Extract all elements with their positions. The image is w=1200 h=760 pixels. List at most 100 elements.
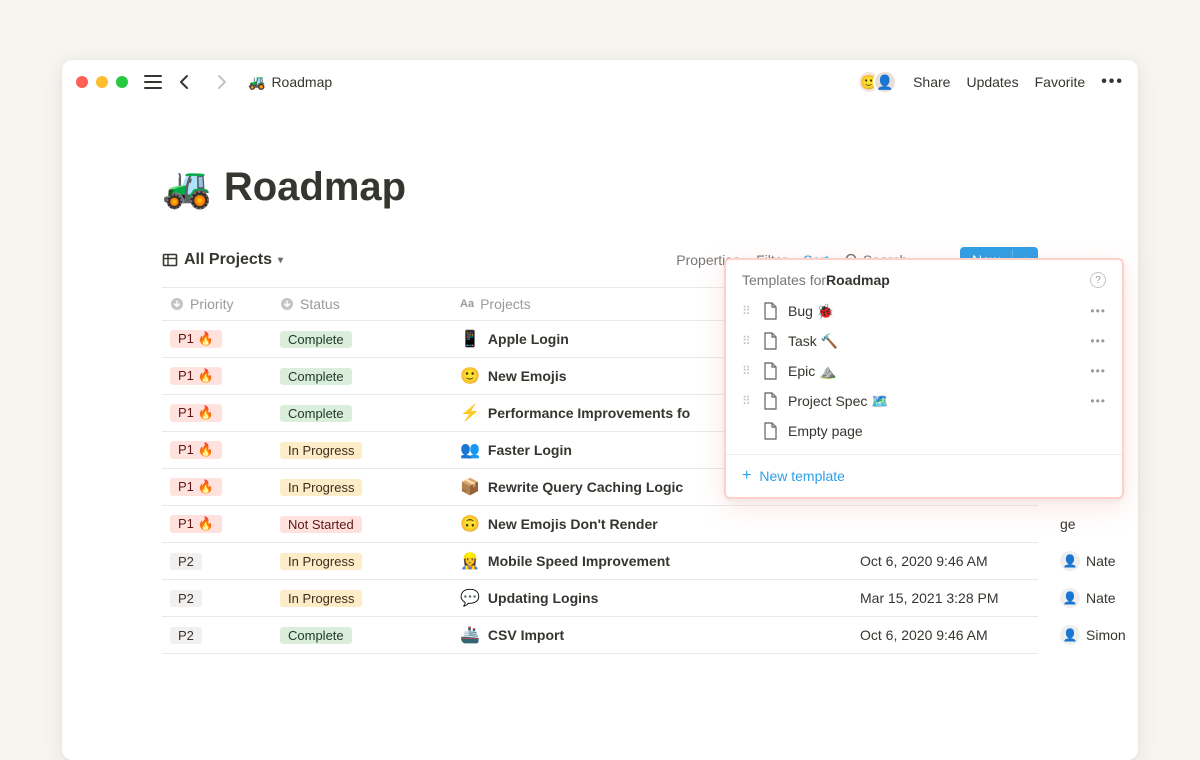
priority-tag: P1 🔥 [170,441,222,459]
project-name: New Emojis Don't Render [488,516,658,532]
new-template-label: New template [759,468,845,484]
owner-cell[interactable]: 👤Simon [1052,617,1192,653]
priority-cell[interactable]: P1 🔥 [162,432,272,468]
project-cell[interactable]: 🚢 CSV Import [452,617,852,653]
popover-title-prefix: Templates for [742,272,826,288]
updates-button[interactable]: Updates [966,74,1018,90]
priority-tag: P1 🔥 [170,330,222,348]
project-cell[interactable]: 👷‍♀️ Mobile Speed Improvement [452,543,852,579]
priority-tag: P1 🔥 [170,478,222,496]
status-cell[interactable]: Complete [272,321,452,357]
status-tag: In Progress [280,553,362,570]
presence-avatars[interactable]: 🙂 👤 [857,70,897,94]
template-more-button[interactable]: ••• [1090,304,1106,318]
project-name: Updating Logins [488,590,598,606]
owner-cell[interactable]: 👤Nate [1052,543,1192,579]
status-cell[interactable]: Not Started [272,506,452,542]
project-emoji-icon: 💬 [460,588,480,608]
project-name: Performance Improvements fo [488,405,690,421]
priority-cell[interactable]: P1 🔥 [162,469,272,505]
table-row[interactable]: P2Complete🚢CSV ImportOct 6, 2020 9:46 AM… [162,617,1038,654]
nav-back-button[interactable] [172,71,198,93]
priority-cell[interactable]: P2 [162,617,272,653]
drag-handle-icon[interactable]: ⠿ [742,304,752,318]
table-row[interactable]: P2 In Progress 👷‍♀️ Mobile Speed Improvemen… [162,543,1038,580]
page-title-text[interactable]: Roadmap [224,165,406,210]
status-tag: In Progress [280,442,362,459]
page-icon[interactable]: 🚜 [162,164,212,211]
page-icon [762,332,778,350]
table-row[interactable]: P2In Progress💬Updating LoginsMar 15, 202… [162,580,1038,617]
page-title: 🚜 Roadmap [162,164,1038,211]
status-cell[interactable]: In Progress [272,580,452,616]
template-more-button[interactable]: ••• [1090,394,1106,408]
close-window-button[interactable] [76,76,88,88]
status-cell[interactable]: Complete [272,395,452,431]
priority-tag: P2 [170,553,202,570]
page-icon [762,362,778,380]
table-row[interactable]: P1 🔥Not Started🙃New Emojis Don't Renderg… [162,506,1038,543]
status-tag: Complete [280,368,352,385]
view-switcher[interactable]: All Projects ▾ [162,251,283,269]
drag-handle-icon[interactable]: ⠿ [742,364,752,378]
project-name: Rewrite Query Caching Logic [488,479,683,495]
column-header-status[interactable]: Status [272,288,452,320]
project-name: CSV Import [488,627,564,643]
template-item[interactable]: ⠿Project Spec 🗺️••• [734,386,1114,416]
template-more-button[interactable]: ••• [1090,334,1106,348]
sidebar-toggle-button[interactable] [144,75,162,89]
owner-cell[interactable]: ge [1052,506,1192,542]
priority-tag: P2 [170,627,202,644]
priority-cell[interactable]: P1 🔥 [162,358,272,394]
template-item[interactable]: Empty page [734,416,1114,446]
status-cell[interactable]: In Progress [272,469,452,505]
page-icon [762,422,778,440]
project-name: Mobile Speed Improvement [488,553,670,569]
status-tag: Complete [280,331,352,348]
template-item[interactable]: ⠿Task 🔨••• [734,326,1114,356]
priority-cell[interactable]: P2 [162,543,272,579]
drag-handle-icon[interactable]: ⠿ [742,394,752,408]
breadcrumb-title: Roadmap [271,74,332,90]
priority-cell[interactable]: P1 🔥 [162,506,272,542]
status-cell[interactable]: Complete [272,358,452,394]
template-item[interactable]: ⠿ Bug 🐞 ••• [734,296,1114,326]
project-emoji-icon: 🙂 [460,366,480,386]
date-cell[interactable] [852,506,1052,542]
nav-forward-button[interactable] [208,71,234,93]
template-more-button[interactable]: ••• [1090,364,1106,378]
owner-name: Simon [1086,627,1126,643]
status-tag: In Progress [280,479,362,496]
popover-title-target: Roadmap [826,272,890,288]
share-button[interactable]: Share [913,74,950,90]
priority-cell[interactable]: P2 [162,580,272,616]
project-emoji-icon: 🚢 [460,625,480,645]
owner-cell[interactable]: 👤Nate [1052,580,1192,616]
date-cell[interactable]: Oct 6, 2020 9:46 AM [852,617,1052,653]
status-tag: Not Started [280,516,362,533]
status-cell[interactable]: In Progress [272,432,452,468]
drag-handle-icon[interactable]: ⠿ [742,334,752,348]
new-template-button[interactable]: + New template [726,454,1122,497]
breadcrumb[interactable]: 🚜 Roadmap [248,74,332,91]
project-cell[interactable]: 🙃New Emojis Don't Render [452,506,852,542]
chevron-down-icon: ▾ [278,255,283,266]
column-header-priority[interactable]: Priority [162,288,272,320]
priority-cell[interactable]: P1 🔥 [162,395,272,431]
date-cell[interactable]: Mar 15, 2021 3:28 PM [852,580,1052,616]
favorite-button[interactable]: Favorite [1035,74,1086,90]
priority-tag: P1 🔥 [170,404,222,422]
help-icon[interactable]: ? [1090,272,1106,288]
maximize-window-button[interactable] [116,76,128,88]
minimize-window-button[interactable] [96,76,108,88]
priority-cell[interactable]: P1 🔥 [162,321,272,357]
table-view-icon [162,252,178,268]
status-cell[interactable]: In Progress [272,543,452,579]
project-cell[interactable]: 💬 Updating Logins [452,580,852,616]
template-item[interactable]: ⠿Epic ⛰️••• [734,356,1114,386]
status-cell[interactable]: Complete [272,617,452,653]
template-label: Bug 🐞 [788,303,1080,320]
more-menu-button[interactable]: ••• [1101,73,1124,91]
project-emoji-icon: 👷‍♀️ [460,551,480,571]
date-cell[interactable]: Oct 6, 2020 9:46 AM [852,543,1052,579]
